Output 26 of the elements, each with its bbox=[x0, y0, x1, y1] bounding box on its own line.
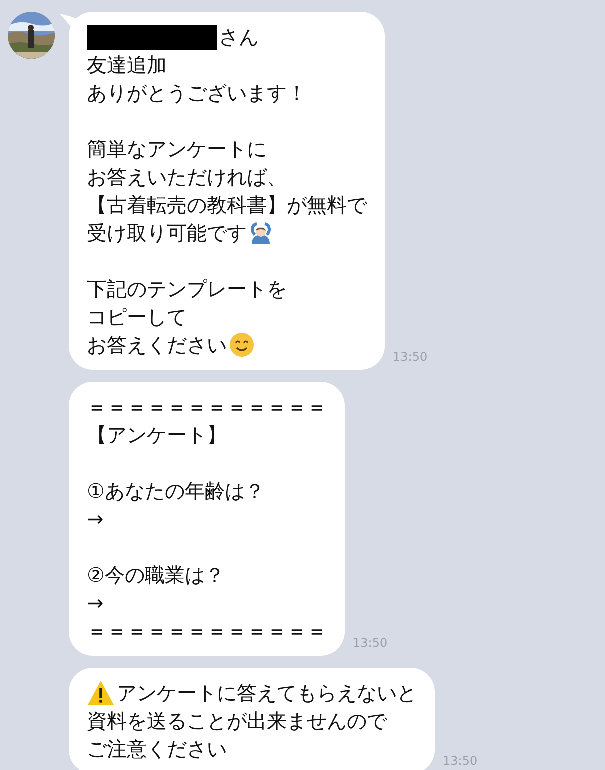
message-line: ＝＝＝＝＝＝＝＝＝＝＝＝ bbox=[87, 394, 327, 421]
message-time: 13:50 bbox=[443, 753, 478, 770]
message-line: 【古着転売の教科書】が無料で bbox=[87, 192, 367, 219]
message-line: → bbox=[87, 506, 104, 533]
smiling-face-icon bbox=[229, 332, 255, 358]
message-line: お答えください bbox=[87, 332, 227, 359]
message-line: 簡単なアンケートに bbox=[87, 136, 267, 163]
message-time: 13:50 bbox=[353, 635, 388, 652]
message-line: さん bbox=[219, 24, 259, 51]
message-line: コピーして bbox=[87, 304, 187, 331]
message-line: 資料を送ることが出来ませんので bbox=[87, 708, 387, 735]
message-line: ＝＝＝＝＝＝＝＝＝＝＝＝ bbox=[87, 618, 327, 645]
message-line: 友達追加 bbox=[87, 52, 167, 79]
warning-icon bbox=[87, 680, 115, 706]
message-line: ご注意ください bbox=[87, 736, 227, 763]
message-line: ②今の職業は？ bbox=[87, 562, 225, 589]
message-line: アンケートに答えてもらえないと bbox=[117, 680, 417, 707]
message-line: ①あなたの年齢は？ bbox=[87, 478, 265, 505]
person-arms-up-icon bbox=[249, 221, 273, 245]
message-line: → bbox=[87, 590, 104, 617]
message-line: ありがとうございます！ bbox=[87, 80, 307, 107]
message-line: 下記のテンプレートを bbox=[87, 276, 287, 303]
message-time: 13:50 bbox=[393, 349, 428, 366]
message-line: お答えいただければ、 bbox=[87, 164, 287, 191]
message-line: 【アンケート】 bbox=[87, 422, 227, 449]
message-line: 受け取り可能です bbox=[87, 220, 247, 247]
